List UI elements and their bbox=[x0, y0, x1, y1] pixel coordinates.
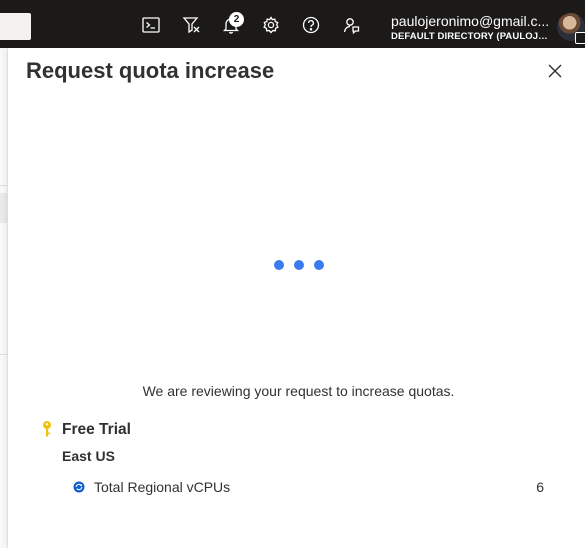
cloud-shell-button[interactable] bbox=[140, 14, 162, 36]
background-blade-edge bbox=[0, 48, 8, 548]
key-icon bbox=[43, 421, 51, 437]
loading-spinner bbox=[272, 259, 328, 271]
subscription-name: Free Trial bbox=[62, 421, 131, 438]
loading-dot bbox=[314, 260, 324, 270]
close-button[interactable] bbox=[545, 61, 565, 81]
directory-filter-button[interactable] bbox=[180, 14, 202, 36]
global-search-box[interactable] bbox=[0, 13, 31, 40]
loading-dot bbox=[294, 260, 304, 270]
loading-dot bbox=[274, 260, 284, 270]
feedback-icon bbox=[343, 18, 360, 35]
account-directory: DEFAULT DIRECTORY (PAULOJER... bbox=[391, 31, 553, 42]
request-quota-panel bbox=[8, 48, 585, 548]
refresh-icon bbox=[73, 481, 85, 493]
panel-title: Request quota increase bbox=[26, 58, 275, 83]
help-button[interactable] bbox=[300, 14, 322, 36]
quota-item-label: Total Regional vCPUs bbox=[94, 479, 231, 495]
notifications-count-badge: 2 bbox=[229, 12, 244, 27]
portal-top-bar: 2 paulojeronimo@gmail.c... DEFAULT DIREC… bbox=[0, 0, 585, 48]
status-message: We are reviewing your request to increas… bbox=[142, 383, 455, 399]
account-menu[interactable]: paulojeronimo@gmail.c... DEFAULT DIRECTO… bbox=[391, 13, 553, 44]
region-name: East US bbox=[62, 448, 115, 464]
help-icon bbox=[302, 16, 320, 34]
gear-icon bbox=[263, 16, 279, 34]
feedback-button[interactable] bbox=[340, 14, 362, 36]
settings-button[interactable] bbox=[260, 14, 282, 36]
quota-item-value: 6 bbox=[536, 479, 544, 495]
terminal-icon bbox=[142, 17, 160, 33]
account-email: paulojeronimo@gmail.c... bbox=[391, 13, 550, 29]
close-icon bbox=[548, 64, 562, 78]
avatar-status-icon bbox=[575, 32, 585, 44]
filter-icon bbox=[182, 17, 200, 34]
